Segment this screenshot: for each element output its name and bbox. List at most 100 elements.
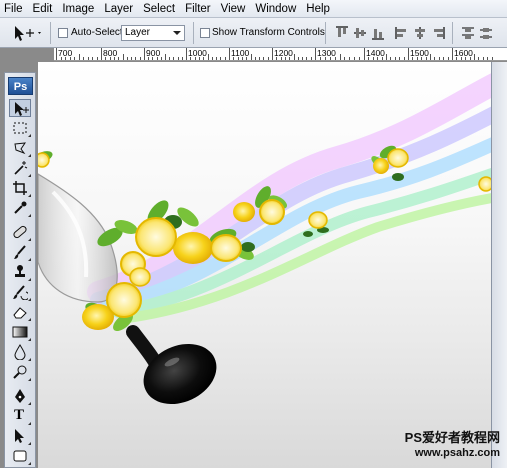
history-brush-icon bbox=[13, 285, 28, 300]
stamp-icon bbox=[15, 265, 25, 277]
vertical-scrollbar[interactable] bbox=[491, 62, 507, 468]
dodge-tool[interactable] bbox=[9, 363, 31, 381]
ruler-minor-tick bbox=[443, 57, 444, 60]
ruler-minor-tick bbox=[470, 57, 471, 60]
ruler-minor-tick bbox=[173, 57, 174, 60]
brush-tool[interactable] bbox=[9, 243, 31, 261]
align-horizontal-center-icon bbox=[415, 27, 425, 39]
path-selection-tool[interactable] bbox=[9, 427, 31, 445]
eyedropper-tool[interactable] bbox=[9, 199, 31, 217]
ruler-minor-tick bbox=[344, 57, 345, 60]
menu-help[interactable]: Help bbox=[301, 0, 335, 18]
ruler-minor-tick bbox=[298, 57, 299, 60]
move-tool[interactable] bbox=[9, 99, 31, 117]
ruler-minor-tick bbox=[216, 57, 217, 60]
dodge-icon bbox=[13, 365, 27, 379]
auto-select-label: Auto-Select: bbox=[71, 27, 126, 38]
align-vcenter-button[interactable] bbox=[352, 25, 368, 41]
align-top-button[interactable] bbox=[334, 25, 350, 41]
site-watermark: PS爱好者教程网 www.psahz.com bbox=[368, 430, 500, 460]
ruler-minor-tick bbox=[487, 57, 488, 60]
ruler-minor-tick bbox=[169, 57, 170, 60]
blur-tool[interactable] bbox=[9, 343, 31, 361]
ruler-minor-tick bbox=[276, 57, 277, 60]
ruler-major-tick bbox=[229, 48, 230, 60]
path-selection-arrow-icon bbox=[15, 429, 24, 443]
document-canvas[interactable] bbox=[38, 62, 491, 468]
menu-select[interactable]: Select bbox=[138, 0, 180, 18]
chevron-down-icon bbox=[173, 31, 181, 35]
ruler-minor-tick bbox=[302, 57, 303, 60]
tool-flyout-indicator bbox=[28, 378, 31, 381]
menu-edit[interactable]: Edit bbox=[28, 0, 58, 18]
align-hcenter-button[interactable] bbox=[412, 25, 428, 41]
options-bar: Auto-Select: Layer Show Transform Contro… bbox=[0, 18, 507, 48]
menu-layer[interactable]: Layer bbox=[99, 0, 138, 18]
show-transform-checkbox[interactable] bbox=[200, 28, 210, 38]
ruler-minor-tick bbox=[251, 54, 252, 60]
menu-view[interactable]: View bbox=[216, 0, 251, 18]
tool-flyout-indicator bbox=[28, 134, 31, 137]
watermark-title: PS爱好者教程网 bbox=[404, 430, 500, 445]
ruler-minor-tick bbox=[110, 57, 111, 60]
ruler-minor-tick bbox=[359, 57, 360, 60]
ruler-major-tick bbox=[56, 48, 57, 60]
crop-icon bbox=[13, 181, 27, 195]
ruler-minor-tick bbox=[439, 57, 440, 60]
menu-file[interactable]: File bbox=[0, 0, 28, 18]
ruler-minor-tick bbox=[70, 57, 71, 60]
distribute-top-button[interactable] bbox=[460, 25, 476, 41]
brush-icon bbox=[14, 245, 26, 259]
menu-image[interactable]: Image bbox=[57, 0, 99, 18]
clone-stamp-tool[interactable] bbox=[9, 263, 31, 281]
ruler-minor-tick bbox=[478, 57, 479, 60]
auto-select-checkbox[interactable] bbox=[58, 28, 68, 38]
auto-select-dropdown[interactable]: Layer bbox=[121, 25, 185, 41]
eraser-tool[interactable] bbox=[9, 303, 31, 321]
lasso-tool[interactable] bbox=[9, 139, 31, 157]
watermark-url: www.psahz.com bbox=[414, 447, 500, 459]
tool-flyout-indicator bbox=[28, 422, 31, 425]
crop-tool[interactable] bbox=[9, 179, 31, 197]
ruler-minor-tick bbox=[195, 57, 196, 60]
ruler-minor-tick bbox=[65, 57, 66, 60]
ruler-minor-tick bbox=[268, 57, 269, 60]
pen-tool[interactable] bbox=[9, 387, 31, 405]
ruler-major-tick bbox=[408, 48, 409, 60]
type-tool[interactable]: T bbox=[9, 407, 31, 425]
ruler-minor-tick bbox=[390, 57, 391, 60]
distribute-top-icon bbox=[462, 27, 474, 39]
ruler-minor-tick bbox=[246, 57, 247, 60]
ruler-minor-tick bbox=[135, 57, 136, 60]
ruler-minor-tick bbox=[465, 57, 466, 60]
lasso-icon bbox=[14, 142, 27, 155]
toolbox: Ps T bbox=[4, 72, 36, 468]
healing-brush-tool[interactable] bbox=[9, 223, 31, 241]
ruler-minor-tick bbox=[88, 57, 89, 60]
tool-flyout-indicator bbox=[28, 338, 31, 341]
ruler-minor-tick bbox=[242, 57, 243, 60]
ruler-minor-tick bbox=[225, 57, 226, 60]
magic-wand-tool[interactable] bbox=[9, 159, 31, 177]
ruler-minor-tick bbox=[395, 57, 396, 60]
magic-wand-icon bbox=[14, 161, 28, 175]
align-bottom-button[interactable] bbox=[370, 25, 386, 41]
tool-preset-picker[interactable] bbox=[8, 23, 44, 43]
align-right-button[interactable] bbox=[430, 25, 446, 41]
distribute-vcenter-button[interactable] bbox=[478, 25, 494, 41]
shape-tool[interactable] bbox=[9, 447, 31, 465]
ps-logo: Ps bbox=[8, 77, 33, 95]
horizontal-ruler[interactable]: 700 800 900 1000 1100 1200 1300 1400 150… bbox=[54, 48, 507, 61]
marquee-tool[interactable] bbox=[9, 119, 31, 137]
ruler-major-tick bbox=[101, 48, 102, 60]
gradient-tool[interactable] bbox=[9, 323, 31, 341]
ruler-minor-tick bbox=[461, 57, 462, 60]
ruler-minor-tick bbox=[127, 57, 128, 60]
ruler-minor-tick bbox=[203, 57, 204, 60]
ruler-minor-tick bbox=[311, 57, 312, 60]
menu-window[interactable]: Window bbox=[250, 0, 301, 18]
ruler-minor-tick bbox=[320, 57, 321, 60]
menu-filter[interactable]: Filter bbox=[180, 0, 216, 18]
history-brush-tool[interactable] bbox=[9, 283, 31, 301]
align-left-button[interactable] bbox=[394, 25, 410, 41]
